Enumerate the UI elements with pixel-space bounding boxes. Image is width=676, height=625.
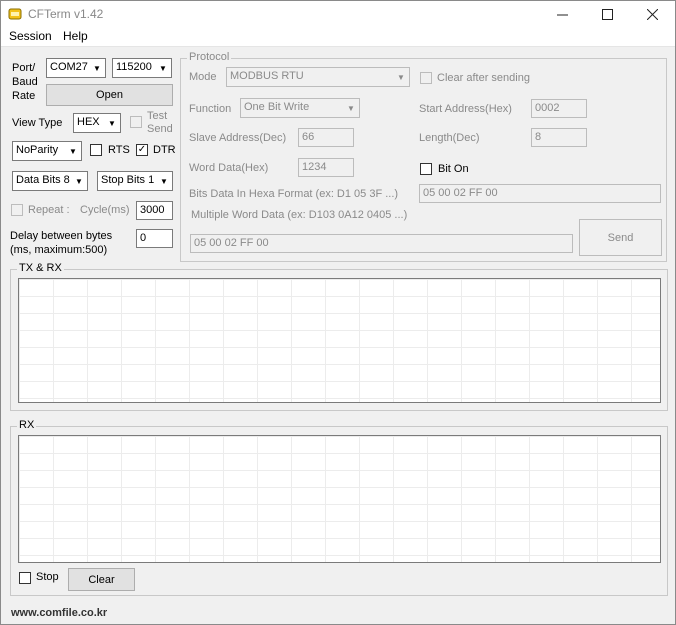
mode-label: Mode [189,71,217,83]
cycle-label: Cycle(ms) [80,204,130,216]
rts-checkbox[interactable] [90,144,102,156]
dtr-checkbox[interactable]: ✓ [136,144,148,156]
function-label: Function [189,103,232,115]
repeat-checkbox[interactable] [11,204,23,216]
txrx-title: TX & RX [17,262,64,274]
cycle-input[interactable]: 3000 [136,201,173,220]
maximize-button[interactable] [584,1,630,27]
function-select[interactable]: One Bit Write ▼ [240,98,360,118]
window-title: CFTerm v1.42 [28,7,104,21]
slave-address-label: Slave Address(Dec) [189,132,287,144]
minimize-icon [556,14,568,15]
menu-bar: Session Help [1,27,675,47]
mode-value: MODBUS RTU [230,70,304,82]
function-value: One Bit Write [244,101,310,113]
start-address-label: Start Address(Hex) [419,103,512,115]
clear-button[interactable]: Clear [68,568,135,591]
stop-checkbox[interactable] [19,572,31,584]
word-data-input[interactable]: 1234 [298,158,354,177]
close-icon [646,8,658,20]
length-label: Length(Dec) [419,132,480,144]
minimize-button[interactable] [539,1,585,27]
repeat-label: Repeat : [28,204,70,216]
rts-label: RTS [108,144,130,156]
view-type-value: HEX [77,116,100,128]
baud-select[interactable]: 115200 ▼ [112,58,172,78]
multi-word-label: Multiple Word Data (ex: D103 0A12 0405 .… [191,209,408,221]
chevron-down-icon: ▼ [69,146,77,156]
data-bits-select[interactable]: Data Bits 8 ▼ [12,171,88,191]
chevron-down-icon: ▼ [397,72,405,82]
bits-hex-label: Bits Data In Hexa Format (ex: D1 05 3F .… [189,188,399,200]
parity-value: NoParity [16,144,59,156]
app-icon [8,8,22,20]
data-bits-value: Data Bits 8 [16,174,70,186]
status-url: www.comfile.co.kr [11,607,108,619]
app-window: CFTerm v1.42 Session Help Port/ Baud Rat… [0,0,676,625]
chevron-down-icon: ▼ [159,63,167,73]
dtr-label: DTR [153,144,176,156]
bit-on-checkbox[interactable] [420,163,432,175]
parity-select[interactable]: NoParity ▼ [12,141,82,161]
chevron-down-icon: ▼ [160,176,168,186]
delay-input[interactable]: 0 [136,229,173,248]
chevron-down-icon: ▼ [347,103,355,113]
view-type-label: View Type [12,117,63,129]
maximize-icon [601,8,613,20]
protocol-title: Protocol [187,51,232,63]
title-bar: CFTerm v1.42 [1,1,675,27]
close-button[interactable] [629,1,675,27]
txrx-log[interactable] [18,278,661,403]
send-button[interactable]: Send [579,219,662,256]
open-button[interactable]: Open [46,84,173,106]
slave-address-input[interactable]: 66 [298,128,354,147]
chevron-down-icon: ▼ [93,63,101,73]
word-data-label: Word Data(Hex) [189,162,269,174]
mode-select[interactable]: MODBUS RTU ▼ [226,67,410,87]
bits-hex-input[interactable]: 05 00 02 FF 00 [419,184,661,203]
view-type-select[interactable]: HEX ▼ [73,113,121,133]
stop-bits-value: Stop Bits 1 [101,174,155,186]
stop-bits-select[interactable]: Stop Bits 1 ▼ [97,171,173,191]
chevron-down-icon: ▼ [75,176,83,186]
port-baud-label: Port/ Baud Rate [12,62,38,102]
test-send-label: Test Send [147,110,173,135]
stop-label: Stop [36,571,59,583]
start-address-input[interactable]: 0002 [531,99,587,118]
length-input[interactable]: 8 [531,128,587,147]
port-value: COM27 [50,61,88,73]
baud-value: 115200 [116,61,152,73]
rx-log[interactable] [18,435,661,563]
clear-after-sending-label: Clear after sending [437,72,530,84]
bit-on-label: Bit On [438,163,469,175]
menu-help[interactable]: Help [63,29,88,43]
test-send-checkbox[interactable] [130,116,142,128]
clear-after-sending-checkbox[interactable] [420,72,432,84]
menu-session[interactable]: Session [9,29,52,43]
port-select[interactable]: COM27 ▼ [46,58,106,78]
chevron-down-icon: ▼ [108,118,116,128]
checkmark-icon: ✓ [137,144,147,155]
rx-title: RX [17,419,37,431]
delay-label: Delay between bytes (ms, maximum:500) [10,230,113,256]
multi-word-input[interactable]: 05 00 02 FF 00 [190,234,573,253]
